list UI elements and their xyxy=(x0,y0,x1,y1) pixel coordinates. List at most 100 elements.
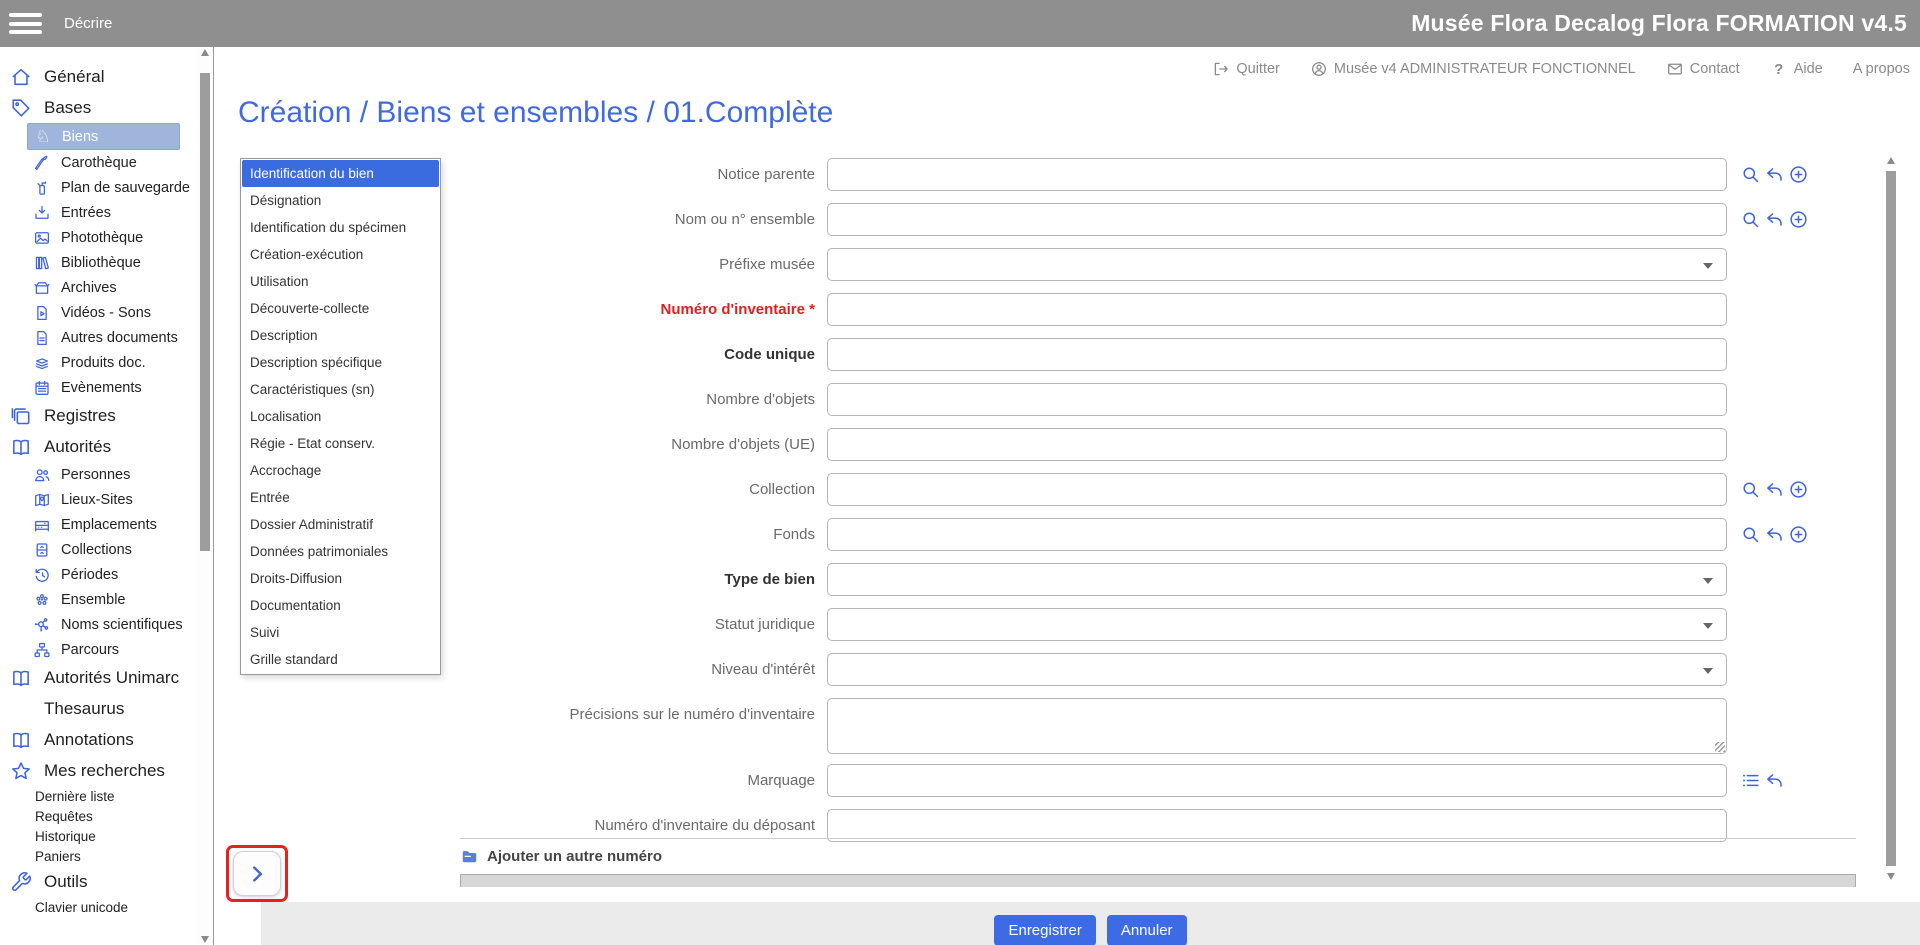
expand-panel-button[interactable] xyxy=(233,851,281,896)
sidebar-item-historique[interactable]: Historique xyxy=(0,826,196,846)
utility-item-aide[interactable]: ?Aide xyxy=(1770,60,1823,78)
sidebar-item-derni-re-liste[interactable]: Dernière liste xyxy=(0,786,196,806)
save-button[interactable]: Enregistrer xyxy=(994,915,1095,945)
sidebar-scrollbar[interactable] xyxy=(197,47,213,945)
statut-juridique-select[interactable] xyxy=(827,608,1727,641)
hamburger-menu-icon[interactable] xyxy=(9,13,42,35)
notice-parente-reply-button[interactable] xyxy=(1764,164,1785,185)
code-unique-input[interactable] xyxy=(827,338,1727,371)
type-de-bien-select[interactable] xyxy=(827,563,1727,596)
notice-parente-search-button[interactable] xyxy=(1740,164,1761,185)
sidebar-item-biens[interactable]: ♘Biens xyxy=(27,123,180,150)
reply-icon xyxy=(1764,770,1785,791)
sidebar-item-label: Produits doc. xyxy=(61,355,146,371)
form-row-fonds: Fonds xyxy=(214,518,1874,551)
fonds-search-button[interactable] xyxy=(1740,524,1761,545)
nombre-objets-label: Nombre d'objets xyxy=(214,391,827,408)
nom-ou-n-ensemble-search-button[interactable] xyxy=(1740,209,1761,230)
utility-item-label: A propos xyxy=(1853,61,1910,77)
sidebar-item-caroth-que[interactable]: Carothèque xyxy=(0,150,196,175)
sidebar-item-requ-tes[interactable]: Requêtes xyxy=(0,806,196,826)
sidebar-item-g-n-ral[interactable]: Général xyxy=(0,61,196,92)
sidebar-item-parcours[interactable]: Parcours xyxy=(0,637,196,662)
fonds-input[interactable] xyxy=(827,518,1727,551)
sidebar-item-plan-de-sauvegarde[interactable]: Plan de sauvegarde xyxy=(0,175,196,200)
sidebar-scroll-up-icon[interactable] xyxy=(201,49,209,56)
chevron-down-icon xyxy=(1703,578,1713,584)
envelope-icon xyxy=(1666,60,1684,78)
marquage-reply-button[interactable] xyxy=(1764,770,1785,791)
search-icon xyxy=(1740,479,1761,500)
nom-ou-n-ensemble-reply-button[interactable] xyxy=(1764,209,1785,230)
search-icon xyxy=(1740,524,1761,545)
cancel-button[interactable]: Annuler xyxy=(1107,915,1187,945)
other-number-collapsed-bar[interactable] xyxy=(460,874,1856,887)
sidebar-scroll-down-icon[interactable] xyxy=(201,936,209,943)
sidebar-item-ev-nements[interactable]: Evènements xyxy=(0,375,196,400)
nombre-objets-ue-input[interactable] xyxy=(827,428,1727,461)
main-content: Quitter Musée v4 ADMINISTRATEUR FONCTIONN… xyxy=(214,47,1920,945)
sidebar-item-collections[interactable]: Collections xyxy=(0,537,196,562)
sidebar-item-produits-doc-[interactable]: Produits doc. xyxy=(0,350,196,375)
sidebar-item-annotations[interactable]: Annotations xyxy=(0,724,196,755)
sidebar-item-emplacements[interactable]: Emplacements xyxy=(0,512,196,537)
prefixe-musee-select[interactable] xyxy=(827,248,1727,281)
sidebar-item-label: Historique xyxy=(35,829,96,844)
sidebar-item-biblioth-que[interactable]: Bibliothèque xyxy=(0,250,196,275)
fonds-plus-circle-button[interactable] xyxy=(1788,524,1809,545)
utility-item-a-propos[interactable]: A propos xyxy=(1853,61,1910,77)
marquage-list-button[interactable] xyxy=(1740,770,1761,791)
resize-grip-icon[interactable] xyxy=(1715,742,1725,752)
sidebar-item-label: Autorités xyxy=(44,437,111,457)
sidebar-item-autorit-s[interactable]: Autorités xyxy=(0,431,196,462)
nom-ou-n-ensemble-plus-circle-button[interactable] xyxy=(1788,209,1809,230)
collection-input[interactable] xyxy=(827,473,1727,506)
fonds-reply-button[interactable] xyxy=(1764,524,1785,545)
topbar-section-label: Décrire xyxy=(64,0,112,47)
sidebar-item-bases[interactable]: Bases xyxy=(0,92,196,123)
sidebar-item-thesaurus[interactable]: Thesaurus xyxy=(0,693,196,724)
statut-juridique-label: Statut juridique xyxy=(214,616,827,633)
sidebar-item-lieux-sites[interactable]: Lieux-Sites xyxy=(0,487,196,512)
sidebar-item-personnes[interactable]: Personnes xyxy=(0,462,196,487)
niveau-interet-select[interactable] xyxy=(827,653,1727,686)
sidebar-item-noms-scientifiques[interactable]: Noms scientifiques xyxy=(0,612,196,637)
content-scrollbar[interactable] xyxy=(1883,155,1900,882)
content-scroll-up-icon[interactable] xyxy=(1887,157,1895,164)
numero-inventaire-input[interactable] xyxy=(827,293,1727,326)
collection-reply-button[interactable] xyxy=(1764,479,1785,500)
sidebar-item-paniers[interactable]: Paniers xyxy=(0,846,196,866)
sidebar-item-mes-recherches[interactable]: Mes recherches xyxy=(0,755,196,786)
notice-parente-plus-circle-button[interactable] xyxy=(1788,164,1809,185)
sidebar-item-phototh-que[interactable]: Photothèque xyxy=(0,225,196,250)
utility-item-mus-e-v4-administrateur-fonctionnel[interactable]: Musée v4 ADMINISTRATEUR FONCTIONNEL xyxy=(1310,60,1636,78)
utility-item-quitter[interactable]: Quitter xyxy=(1212,60,1280,78)
sidebar-item-autorit-s-unimarc[interactable]: Autorités Unimarc xyxy=(0,662,196,693)
sidebar-item-p-riodes[interactable]: Périodes xyxy=(0,562,196,587)
sidebar-item-vid-os-sons[interactable]: Vidéos - Sons xyxy=(0,300,196,325)
utility-item-contact[interactable]: Contact xyxy=(1666,60,1740,78)
sidebar-item-label: Lieux-Sites xyxy=(61,492,133,508)
nombre-objets-input[interactable] xyxy=(827,383,1727,416)
collection-plus-circle-button[interactable] xyxy=(1788,479,1809,500)
list-icon xyxy=(1740,770,1761,791)
collection-search-button[interactable] xyxy=(1740,479,1761,500)
add-other-number-header[interactable]: Ajouter un autre numéro xyxy=(460,847,1856,866)
form-row-collection: Collection xyxy=(214,473,1874,506)
calendar-icon xyxy=(33,379,51,397)
sidebar-scroll-thumb[interactable] xyxy=(200,73,210,551)
sidebar-item-registres[interactable]: Registres xyxy=(0,400,196,431)
sidebar-item-entr-es[interactable]: Entrées xyxy=(0,200,196,225)
sidebar-item-clavier-unicode[interactable]: Clavier unicode xyxy=(0,897,196,917)
sidebar-item-label: Biens xyxy=(62,129,98,145)
content-scroll-down-icon[interactable] xyxy=(1887,873,1895,880)
sidebar-item-archives[interactable]: Archives xyxy=(0,275,196,300)
marquage-input[interactable] xyxy=(827,764,1727,797)
precisions-numero-inventaire-textarea[interactable] xyxy=(827,698,1727,754)
content-scroll-thumb[interactable] xyxy=(1886,171,1896,866)
sidebar-item-outils[interactable]: Outils xyxy=(0,866,196,897)
nom-ou-n-ensemble-input[interactable] xyxy=(827,203,1727,236)
sidebar-item-ensemble[interactable]: Ensemble xyxy=(0,587,196,612)
notice-parente-input[interactable] xyxy=(827,158,1727,191)
sidebar-item-autres-documents[interactable]: Autres documents xyxy=(0,325,196,350)
